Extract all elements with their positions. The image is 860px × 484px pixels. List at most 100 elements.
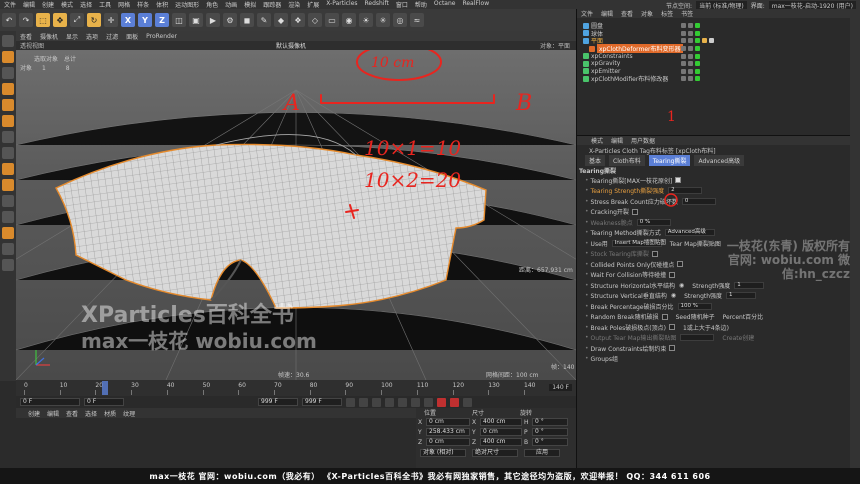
attribute-checkbox[interactable] <box>651 250 658 257</box>
menu-item[interactable]: 帮助 <box>415 0 427 9</box>
deformer-icon[interactable]: ◇ <box>308 13 322 27</box>
strength-field[interactable]: 1 <box>726 292 757 300</box>
attribute-checkbox[interactable] <box>661 313 668 320</box>
object-row[interactable]: xpClothDeformer布料变形器 <box>577 44 850 54</box>
layer-icon[interactable] <box>2 259 14 271</box>
timeline[interactable]: 0 10 20 30 40 50 60 70 80 90 100 110 120 130 140 140 F <box>16 380 576 396</box>
attribute-tab[interactable]: Cloth布料 <box>609 154 645 166</box>
attribute-menu-item[interactable]: 用户数据 <box>631 136 655 145</box>
viewport-menu-item[interactable]: ProRender <box>146 33 177 40</box>
attribute-checkbox[interactable] <box>669 345 676 352</box>
autokey-icon[interactable] <box>450 397 459 407</box>
keyframe-icon[interactable] <box>463 397 472 407</box>
menu-item[interactable]: 文件 <box>4 0 16 9</box>
menu-item[interactable]: 渲染 <box>288 0 300 9</box>
rotation-field[interactable]: 0 ° <box>532 418 568 426</box>
attribute-tab[interactable]: 基本 <box>585 154 606 166</box>
menu-item[interactable]: 网格 <box>118 0 130 9</box>
enable-flag[interactable] <box>695 61 700 67</box>
menu-item[interactable]: 创建 <box>42 0 54 9</box>
visibility-flag[interactable] <box>681 61 686 67</box>
next-key-icon[interactable] <box>411 397 420 407</box>
magnet-icon[interactable] <box>2 227 14 239</box>
viewport-menu-item[interactable]: 面板 <box>126 32 138 41</box>
snap-icon[interactable] <box>2 163 14 175</box>
viewport-menu-item[interactable]: 选项 <box>86 32 98 41</box>
material-menu-item[interactable]: 材质 <box>104 409 116 418</box>
menu-item[interactable]: 动画 <box>225 0 237 9</box>
menu-item[interactable]: X-Particles <box>326 0 357 9</box>
render-flag[interactable] <box>688 53 693 59</box>
object-row[interactable]: 圆盘 <box>577 22 850 30</box>
size-mode-select[interactable]: 绝对尺寸 <box>472 449 518 457</box>
menu-item[interactable]: RealFlow <box>462 0 489 9</box>
position-field[interactable]: 0 cm <box>426 418 470 426</box>
visibility-flag[interactable] <box>681 68 686 74</box>
attribute-value-field[interactable]: 100 % <box>677 302 712 310</box>
menu-item[interactable]: Redshift <box>365 0 389 9</box>
subdivision-icon[interactable]: ◆ <box>274 13 288 27</box>
attribute-value-field[interactable] <box>680 334 715 342</box>
enable-flag[interactable] <box>695 46 700 52</box>
axis-mode-icon[interactable] <box>2 131 14 143</box>
menu-item[interactable]: 工具 <box>99 0 111 9</box>
render-flag[interactable] <box>688 30 693 36</box>
attribute-value-field[interactable]: Insert Map插图贴图 <box>611 239 666 247</box>
workplane-icon[interactable] <box>2 195 14 207</box>
render-settings-icon[interactable]: ⚙ <box>223 13 237 27</box>
attribute-value-field[interactable]: Advanced高级 <box>664 229 715 237</box>
viewport-menu-item[interactable]: 显示 <box>66 32 78 41</box>
model-mode-icon[interactable] <box>2 51 14 63</box>
material-menu-item[interactable]: 选择 <box>85 409 97 418</box>
preview-end-field[interactable]: 999 F <box>302 398 342 406</box>
scale-icon[interactable]: ⤢ <box>70 13 84 27</box>
visibility-flag[interactable] <box>681 53 686 59</box>
viewport-menu-item[interactable]: 过滤 <box>106 32 118 41</box>
camera-label[interactable]: 默认摄像机 <box>276 41 306 50</box>
tweak-icon[interactable] <box>2 147 14 159</box>
enable-flag[interactable] <box>695 38 700 44</box>
position-field[interactable]: 258.433 cm <box>426 428 470 436</box>
visibility-flag[interactable] <box>681 76 686 82</box>
menu-item[interactable]: 运动图形 <box>175 0 199 9</box>
grid-icon[interactable] <box>2 243 14 255</box>
menu-item[interactable]: 样条 <box>137 0 149 9</box>
attribute-menu-item[interactable]: 编辑 <box>611 136 623 145</box>
render-flag[interactable] <box>688 46 693 52</box>
light-icon[interactable]: ☀ <box>359 13 373 27</box>
move-icon[interactable]: ✥ <box>53 13 67 27</box>
xp-icon[interactable]: ✳ <box>376 13 390 27</box>
object-row[interactable]: 球体 <box>577 30 850 38</box>
lock-z-icon[interactable]: Z <box>155 13 169 27</box>
visibility-flag[interactable] <box>681 46 686 52</box>
cube-icon[interactable]: ◼ <box>240 13 254 27</box>
material-area[interactable] <box>16 418 416 468</box>
transform-icon[interactable]: ✛ <box>104 13 118 27</box>
perspective-viewport[interactable]: 10 cm A B 10×1=10 10×2=20 XParticles百科全书… <box>16 50 576 380</box>
undo-icon[interactable]: ↶ <box>2 13 16 27</box>
material-menu-item[interactable]: 查看 <box>66 409 78 418</box>
render-flag[interactable] <box>688 76 693 82</box>
render-flag[interactable] <box>688 23 693 29</box>
start-frame-field[interactable]: 0 F <box>20 398 80 406</box>
render-flag[interactable] <box>688 38 693 44</box>
menu-item[interactable]: 编辑 <box>23 0 35 9</box>
rotation-field[interactable]: 0 ° <box>532 438 568 446</box>
menu-item[interactable]: 模拟 <box>244 0 256 9</box>
menu-item[interactable]: 角色 <box>206 0 218 9</box>
object-manager-tab[interactable]: 标签 <box>661 9 673 18</box>
enable-flag[interactable] <box>695 53 700 59</box>
attribute-checkbox[interactable] <box>631 208 638 215</box>
menu-item[interactable]: 跟踪器 <box>263 0 281 9</box>
enable-flag[interactable] <box>695 76 700 82</box>
visibility-flag[interactable] <box>681 23 686 29</box>
snap-settings-icon[interactable] <box>2 179 14 191</box>
prev-frame-icon[interactable] <box>372 397 381 407</box>
apply-button[interactable]: 应用 <box>524 449 560 457</box>
strength-field[interactable]: 1 <box>734 281 765 289</box>
attribute-tab[interactable]: Tearing撕裂 <box>648 154 691 166</box>
attribute-tab[interactable]: Advanced高级 <box>694 154 745 166</box>
realflow-icon[interactable]: ≈ <box>410 13 424 27</box>
menu-item[interactable]: 选择 <box>80 0 92 9</box>
make-editable-icon[interactable] <box>2 35 14 47</box>
